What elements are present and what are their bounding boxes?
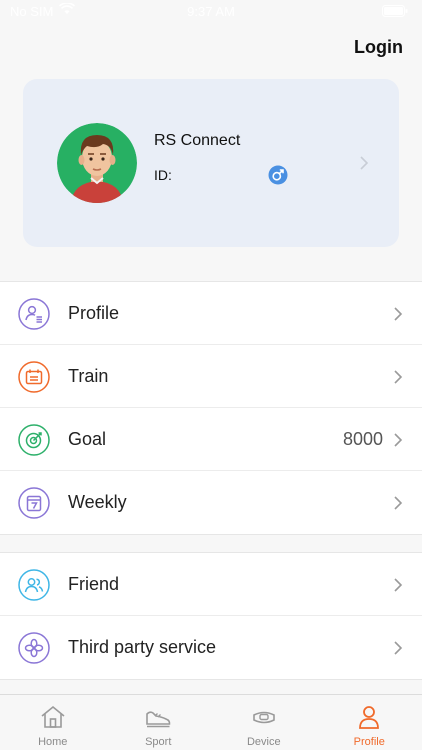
tab-label: Device [246,736,281,748]
menu-item-weekly[interactable]: Weekly [0,471,422,534]
menu-item-label: Profile [68,303,120,323]
menu-item-profile[interactable]: Profile [0,282,422,345]
avatar[interactable] [57,123,137,203]
chevron-right-icon [360,156,369,170]
goal-value: 8000 [342,429,383,449]
tab-label: Sport [145,736,172,748]
settings-group-2: Friend Third party service [0,552,422,680]
clock: 9:37 AM [187,4,235,19]
chevron-right-icon [394,370,403,384]
weekly-calendar-icon [18,487,50,519]
calendar-icon [18,361,50,393]
battery-icon [382,5,408,17]
tab-device[interactable]: Device [211,695,317,750]
male-gender-icon [268,165,288,185]
tab-label: Home [38,736,68,748]
menu-item-label: Friend [68,574,120,594]
band-device-icon [252,711,275,724]
menu-item-goal[interactable]: Goal 8000 [0,408,422,471]
clover-icon [18,632,50,664]
friends-icon [18,569,50,601]
chevron-right-icon [394,641,403,655]
tab-profile[interactable]: Profile [317,695,422,750]
user-list-icon [18,298,50,330]
menu-item-friend[interactable]: Friend [0,553,422,616]
settings-group-1: Profile Train Goal 8000 Weekly [0,281,422,535]
tab-bar: Home Sport Device Profile [0,694,422,750]
chevron-right-icon [394,307,403,321]
sneaker-icon [146,711,171,728]
login-button[interactable]: Login [354,37,403,58]
menu-item-third-party-service[interactable]: Third party service [0,616,422,679]
home-icon [41,705,65,728]
status-bar: No SIM 9:37 AM [0,0,422,24]
chevron-right-icon [394,496,403,510]
profile-card[interactable]: RS Connect ID: [23,79,399,247]
menu-item-train[interactable]: Train [0,345,422,408]
target-icon [18,424,50,456]
user-id-label: ID: [154,167,172,183]
tab-sport[interactable]: Sport [106,695,212,750]
menu-item-label: Train [68,366,109,386]
person-icon [359,706,380,729]
menu-item-label: Third party service [68,637,217,657]
chevron-right-icon [394,578,403,592]
user-name: RS Connect [154,132,241,149]
tab-label: Profile [353,736,385,748]
tab-home[interactable]: Home [0,695,106,750]
chevron-right-icon [394,433,403,447]
menu-item-label: Goal [68,429,107,449]
menu-item-label: Weekly [68,492,127,512]
